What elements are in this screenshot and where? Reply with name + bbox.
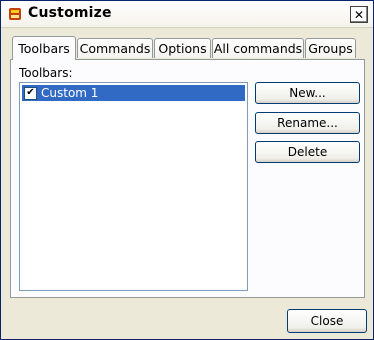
tab-groups[interactable]: Groups (305, 38, 356, 58)
app-icon (7, 6, 23, 22)
tab-bar: Toolbars Commands Options All commands G… (12, 36, 372, 60)
toolbars-listbox[interactable]: ✔ Custom 1 (19, 82, 248, 291)
title-bar[interactable]: Customize ✕ (1, 1, 373, 28)
delete-button[interactable]: Delete (255, 141, 360, 163)
list-item-label: Custom 1 (41, 86, 99, 100)
toolbars-panel: Toolbars: ✔ Custom 1 New... Rename... De… (10, 59, 365, 298)
checkbox[interactable]: ✔ (24, 86, 37, 100)
customize-dialog: Customize ✕ Toolbars Commands Options Al… (0, 0, 374, 340)
tab-options[interactable]: Options (154, 38, 211, 58)
tab-toolbars[interactable]: Toolbars (12, 36, 76, 60)
tab-all-commands[interactable]: All commands (212, 38, 304, 58)
window-title: Customize (28, 5, 112, 21)
toolbars-list-label: Toolbars: (19, 66, 73, 80)
close-icon[interactable]: ✕ (350, 6, 368, 23)
list-item[interactable]: ✔ Custom 1 (22, 85, 245, 101)
tab-commands[interactable]: Commands (77, 38, 153, 58)
new-button[interactable]: New... (255, 82, 360, 104)
rename-button[interactable]: Rename... (255, 112, 360, 134)
close-button[interactable]: Close (287, 309, 367, 333)
